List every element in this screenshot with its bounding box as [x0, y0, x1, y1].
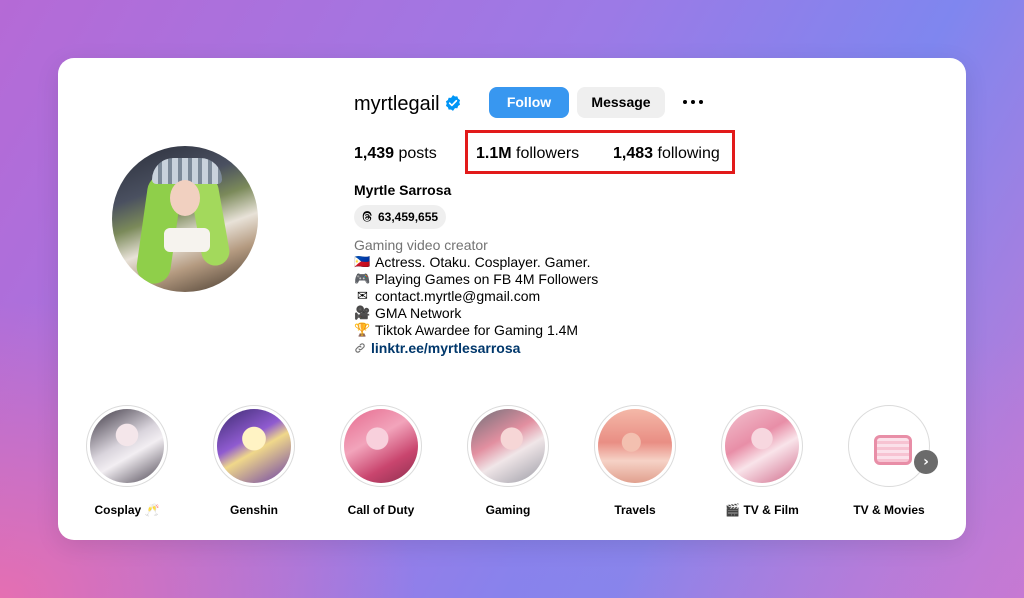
highlight-label: Cosplay 🥂 [94, 503, 160, 517]
threads-badge[interactable]: 63,459,655 [354, 205, 447, 229]
highlight-thumbnail [598, 409, 672, 483]
chevron-right-icon[interactable]: › [914, 450, 938, 474]
dot [683, 100, 687, 104]
highlight-label: 🎬 TV & Film [725, 503, 799, 517]
posts-label: posts [398, 145, 437, 162]
highlight-label: TV & Movies [853, 503, 925, 517]
avatar-top [164, 228, 210, 252]
link-text: linktr.ee/myrtlesarrosa [371, 340, 521, 356]
highlight-tv-film[interactable]: 🎬 TV & Film [721, 405, 803, 517]
highlight-thumbnail [344, 409, 418, 483]
bio-line: 🏆 Tiktok Awardee for Gaming 1.4M [354, 322, 578, 338]
highlight-ring [594, 405, 676, 487]
highlight-ring [86, 405, 168, 487]
posts-count: 1,439 [354, 145, 395, 162]
camera-icon: 🎥 [354, 305, 371, 321]
bio-text: contact.myrtle@gmail.com [375, 288, 541, 304]
threads-count: 63,459,655 [378, 210, 439, 224]
highlight-ring [848, 405, 930, 487]
highlight-ring [340, 405, 422, 487]
bio-text: Tiktok Awardee for Gaming 1.4M [375, 322, 579, 338]
profile-card: myrtlegail Follow Message 1,439 posts 1.… [58, 58, 966, 540]
highlight-thumbnail [90, 409, 164, 483]
envelope-icon: ✉ [357, 288, 368, 304]
bio-text: Actress. Otaku. Cosplayer. Gamer. [375, 254, 591, 270]
highlight-call-of-duty[interactable]: Call of Duty [340, 405, 422, 517]
highlight-ring [213, 405, 295, 487]
highlight-cosplay[interactable]: Cosplay 🥂 [86, 405, 168, 517]
verified-badge-icon [445, 95, 461, 111]
highlight-label: Travels [614, 503, 656, 517]
bio-text: GMA Network [375, 305, 462, 321]
bio-line: 🇵🇭 Actress. Otaku. Cosplayer. Gamer. [354, 254, 591, 270]
highlight-thumbnail [471, 409, 545, 483]
link-icon [355, 343, 365, 353]
threads-icon [362, 211, 372, 222]
profile-avatar[interactable] [112, 146, 258, 292]
highlight-thumbnail [217, 409, 291, 483]
gamepad-icon: 🎮 [354, 271, 371, 287]
profile-link[interactable]: linktr.ee/myrtlesarrosa [354, 340, 520, 356]
dot [691, 100, 695, 104]
highlight-travels[interactable]: Travels [594, 405, 676, 517]
dot [699, 100, 703, 104]
annotation-highlight-box [465, 130, 735, 174]
username: myrtlegail [354, 93, 440, 115]
highlight-ring [467, 405, 549, 487]
highlight-gaming[interactable]: Gaming [467, 405, 549, 517]
flag-icon: 🇵🇭 [354, 254, 371, 270]
full-name: Myrtle Sarrosa [354, 182, 452, 198]
highlight-thumbnail [725, 409, 799, 483]
message-button[interactable]: Message [577, 87, 665, 118]
follow-button[interactable]: Follow [489, 87, 569, 118]
trophy-icon: 🏆 [354, 322, 371, 338]
highlight-ring [721, 405, 803, 487]
highlight-thumbnail [852, 409, 926, 483]
bio-line: 🎥 GMA Network [354, 305, 461, 321]
highlight-label: Call of Duty [347, 503, 415, 517]
highlight-label: Gaming [485, 503, 531, 517]
tv-icon [874, 435, 912, 465]
highlight-genshin[interactable]: Genshin [213, 405, 295, 517]
category-label: Gaming video creator [354, 237, 488, 253]
more-dots-icon[interactable] [680, 92, 706, 112]
highlight-label: Genshin [229, 503, 278, 517]
avatar-face [170, 180, 200, 216]
bio-line: 🎮 Playing Games on FB 4M Followers [354, 271, 598, 287]
posts-stat: 1,439 posts [354, 145, 437, 163]
bio-line: ✉ contact.myrtle@gmail.com [354, 288, 540, 304]
bio-text: Playing Games on FB 4M Followers [375, 271, 599, 287]
